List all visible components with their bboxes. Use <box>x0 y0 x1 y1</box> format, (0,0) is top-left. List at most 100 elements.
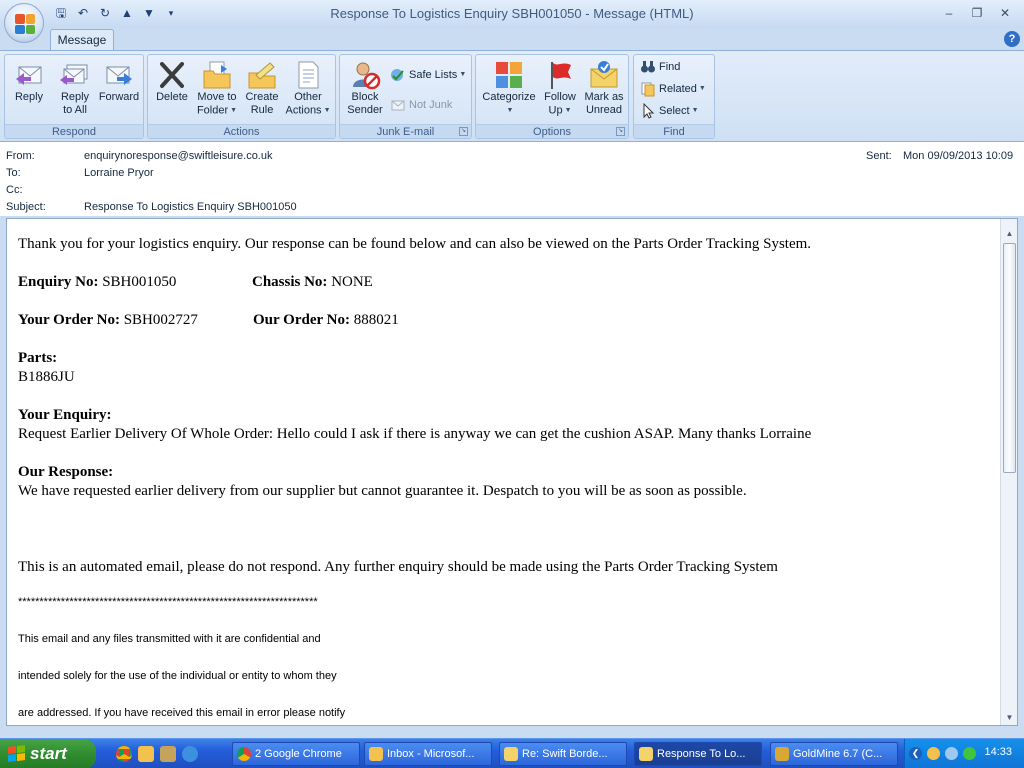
order-line: Your Order No: SBH002727 Our Order No: 8… <box>18 311 993 330</box>
task-re-swift[interactable]: Re: Swift Borde... <box>499 742 627 766</box>
subject-value: Response To Logistics Enquiry SBH001050 <box>84 201 297 213</box>
delete-icon <box>160 62 184 88</box>
enquiry-no-label: Enquiry No: <box>18 274 99 290</box>
office-button[interactable] <box>4 3 44 43</box>
not-junk-icon <box>391 100 405 111</box>
reply-button[interactable]: Reply <box>9 57 49 121</box>
scroll-down-icon[interactable]: ▼ <box>1002 710 1017 725</box>
cc-label: Cc: <box>6 184 23 196</box>
subject-label: Subject: <box>6 201 46 213</box>
envelope-icon <box>639 747 653 761</box>
tray-network-icon[interactable] <box>945 747 958 760</box>
minimize-button[interactable]: – <box>938 4 960 22</box>
your-enquiry-label: Your Enquiry: <box>18 407 112 423</box>
message-text: Thank you for your logistics enquiry. Ou… <box>18 235 993 723</box>
task-google-chrome[interactable]: 2 Google Chrome <box>232 742 360 766</box>
group-junk-email: Block Sender Safe Lists ▼ Not Junk Junk E… <box>339 54 472 139</box>
block-sender-icon <box>353 62 381 90</box>
cursor-icon <box>643 103 655 119</box>
block-sender-button[interactable]: Block Sender <box>342 57 388 121</box>
enquiry-line: Enquiry No: SBH001050 Chassis No: NONE <box>18 273 993 292</box>
safe-lists-icon <box>391 69 404 82</box>
tray-expand-icon[interactable]: ❮ <box>909 747 922 760</box>
reply-all-icon <box>60 64 88 85</box>
ie-icon[interactable] <box>182 746 198 762</box>
tray-status-icon[interactable] <box>963 747 976 760</box>
create-rule-button[interactable]: Create Rule <box>240 57 284 121</box>
related-button[interactable]: Related ▼ <box>640 79 706 99</box>
scroll-up-icon[interactable]: ▲ <box>1002 226 1017 241</box>
enquiry-no-value: SBH001050 <box>98 274 177 290</box>
chrome-icon[interactable] <box>116 746 132 762</box>
group-respond: Reply Reply to All Forward Respond <box>4 54 144 139</box>
our-order-value: 888021 <box>349 312 399 328</box>
taskbar: start 2 Google Chrome Inbox - Microsof..… <box>0 738 1024 768</box>
your-order-value: SBH002727 <box>119 312 198 328</box>
chevron-down-icon: ▼ <box>564 107 572 114</box>
system-tray: ❮ 14:33 <box>904 739 1024 768</box>
safe-lists-button[interactable]: Safe Lists ▼ <box>390 65 466 85</box>
task-response-to-logistics[interactable]: Response To Lo... <box>634 742 762 766</box>
folder-icon <box>203 61 231 89</box>
group-find: Find Related ▼ Select ▼ Find <box>633 54 715 139</box>
group-label-junk-email: Junk E-mail <box>340 124 471 138</box>
start-button[interactable]: start <box>0 739 96 768</box>
not-junk-button: Not Junk <box>390 95 452 115</box>
vertical-scrollbar[interactable]: ▲ ▼ <box>1000 219 1017 725</box>
sent-label: Sent: <box>866 150 892 162</box>
group-label-actions: Actions <box>148 124 335 138</box>
forward-button[interactable]: Forward <box>97 57 141 121</box>
help-icon[interactable]: ? <box>1004 31 1020 47</box>
restore-button[interactable]: ❐ <box>966 4 988 22</box>
intro-text: Thank you for your logistics enquiry. Ou… <box>18 236 812 252</box>
title-bar: 🖫 ↶ ↻ ▲ ▼ ▾ Response To Logistics Enquir… <box>0 0 1024 28</box>
other-actions-button[interactable]: Other Actions ▼ <box>284 57 332 121</box>
goldmine-icon <box>775 747 789 761</box>
ribbon-tab-row: Message ? <box>0 28 1024 51</box>
from-address[interactable]: enquirynoresponse@swiftleisure.co.uk <box>84 150 272 162</box>
group-actions: Delete Move to Folder ▼ Create Rule Other… <box>147 54 336 139</box>
flag-icon <box>551 62 571 89</box>
our-response-text: We have requested earlier delivery from … <box>18 483 747 499</box>
to-label: To: <box>6 167 21 179</box>
window-controls: – ❐ ✕ <box>938 4 1016 22</box>
message-headers: From: enquirynoresponse@swiftleisure.co.… <box>0 142 1024 216</box>
group-label-find: Find <box>634 124 714 138</box>
move-to-folder-button[interactable]: Move to Folder ▼ <box>194 57 240 121</box>
mark-unread-icon <box>590 61 618 88</box>
forward-icon <box>106 66 132 85</box>
create-rule-icon <box>248 62 276 89</box>
outlook-icon[interactable] <box>138 746 154 762</box>
mark-as-unread-button[interactable]: Mark as Unread <box>580 57 628 121</box>
dialog-launcher-icon[interactable]: ↘ <box>616 127 625 136</box>
delete-button[interactable]: Delete <box>152 57 192 121</box>
chevron-down-icon: ▼ <box>506 107 514 114</box>
close-button[interactable]: ✕ <box>994 4 1016 22</box>
reply-all-button[interactable]: Reply to All <box>53 57 97 121</box>
select-button[interactable]: Select ▼ <box>640 101 699 121</box>
to-recipient[interactable]: Lorraine Pryor <box>84 167 154 179</box>
find-button[interactable]: Find <box>640 57 680 77</box>
message-body[interactable]: Thank you for your logistics enquiry. Ou… <box>6 218 1018 726</box>
task-inbox[interactable]: Inbox - Microsof... <box>364 742 492 766</box>
tab-message[interactable]: Message <box>50 29 114 51</box>
separator-stars: ****************************************… <box>18 596 318 608</box>
parts-value: B1886JU <box>18 369 75 385</box>
task-goldmine[interactable]: GoldMine 6.7 (C... <box>770 742 898 766</box>
follow-up-button[interactable]: Follow Up ▼ <box>540 57 580 121</box>
quick-launch <box>116 746 198 762</box>
categorize-button[interactable]: Categorize ▼ <box>478 57 540 121</box>
scrollbar-thumb[interactable] <box>1003 243 1016 473</box>
our-order-group: Our Order No: 888021 <box>253 311 399 330</box>
from-label: From: <box>6 150 35 162</box>
windows-logo-icon <box>8 745 25 762</box>
chevron-down-icon: ▼ <box>459 71 467 79</box>
tray-outlook-icon[interactable] <box>927 747 940 760</box>
chassis-no-label: Chassis No: <box>252 274 328 290</box>
our-response-label: Our Response: <box>18 464 114 480</box>
dialog-launcher-icon[interactable]: ↘ <box>459 127 468 136</box>
chevron-down-icon: ▼ <box>323 107 331 114</box>
chassis-no-value: NONE <box>327 274 373 290</box>
app-icon[interactable] <box>160 746 176 762</box>
disclaimer-line-3: are addressed. If you have received this… <box>18 707 346 719</box>
